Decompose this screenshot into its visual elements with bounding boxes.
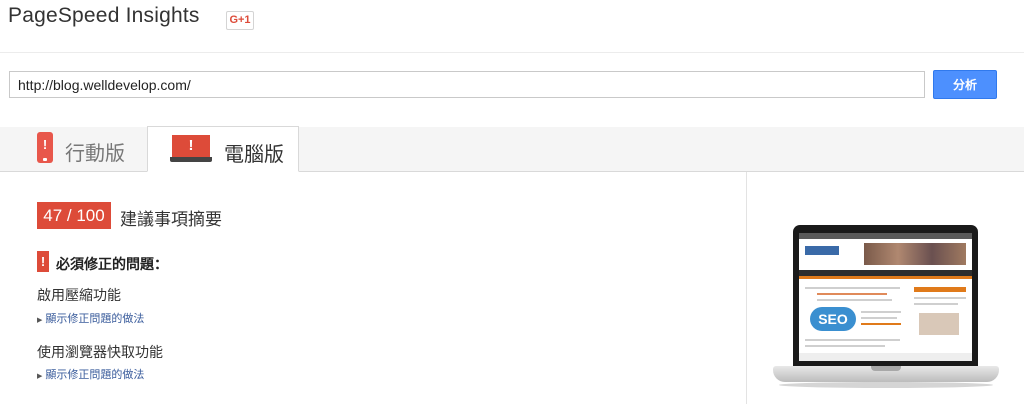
show-fix-link-label: 顯示修正問題的做法 <box>45 313 145 325</box>
show-fix-link[interactable]: ▶ 顯示修正問題的做法 <box>37 366 144 382</box>
url-input[interactable] <box>9 71 925 98</box>
desktop-preview-laptop: SEO <box>773 225 999 391</box>
tab-desktop-label: 電腦版 <box>224 144 284 166</box>
seo-logo: SEO <box>810 307 856 331</box>
tab-bar: ! 行動版 ! 電腦版 <box>0 126 1024 172</box>
score-badge: 47 / 100 <box>37 202 111 229</box>
google-plus-one-button[interactable]: G+1 <box>226 11 254 30</box>
tab-mobile-label: 行動版 <box>65 143 125 165</box>
rule-title-enable-compression: 啟用壓縮功能 <box>37 287 121 303</box>
caret-right-icon: ▶ <box>37 317 43 324</box>
summary-caption: 建議事項摘要 <box>120 210 222 229</box>
header-bar: PageSpeed Insights G+1 <box>0 0 1024 53</box>
warning-icon: ! <box>37 251 49 272</box>
content-divider <box>746 172 747 404</box>
show-fix-link[interactable]: ▶ 顯示修正問題的做法 <box>37 310 144 326</box>
caret-right-icon: ▶ <box>37 373 43 380</box>
mobile-phone-icon: ! <box>37 132 53 163</box>
show-fix-link-label: 顯示修正問題的做法 <box>45 369 145 381</box>
laptop-lid: SEO <box>793 225 978 366</box>
rule-title-browser-caching: 使用瀏覽器快取功能 <box>37 344 163 360</box>
tab-mobile[interactable]: ! 行動版 <box>10 127 146 171</box>
desktop-monitor-icon: ! <box>170 135 212 163</box>
must-fix-heading: 必須修正的問題： <box>56 256 168 272</box>
app-title: PageSpeed Insights <box>8 4 200 27</box>
tab-desktop[interactable]: ! 電腦版 <box>147 126 299 172</box>
analyze-button[interactable]: 分析 <box>933 70 997 99</box>
page-screenshot-preview: SEO <box>799 233 972 361</box>
